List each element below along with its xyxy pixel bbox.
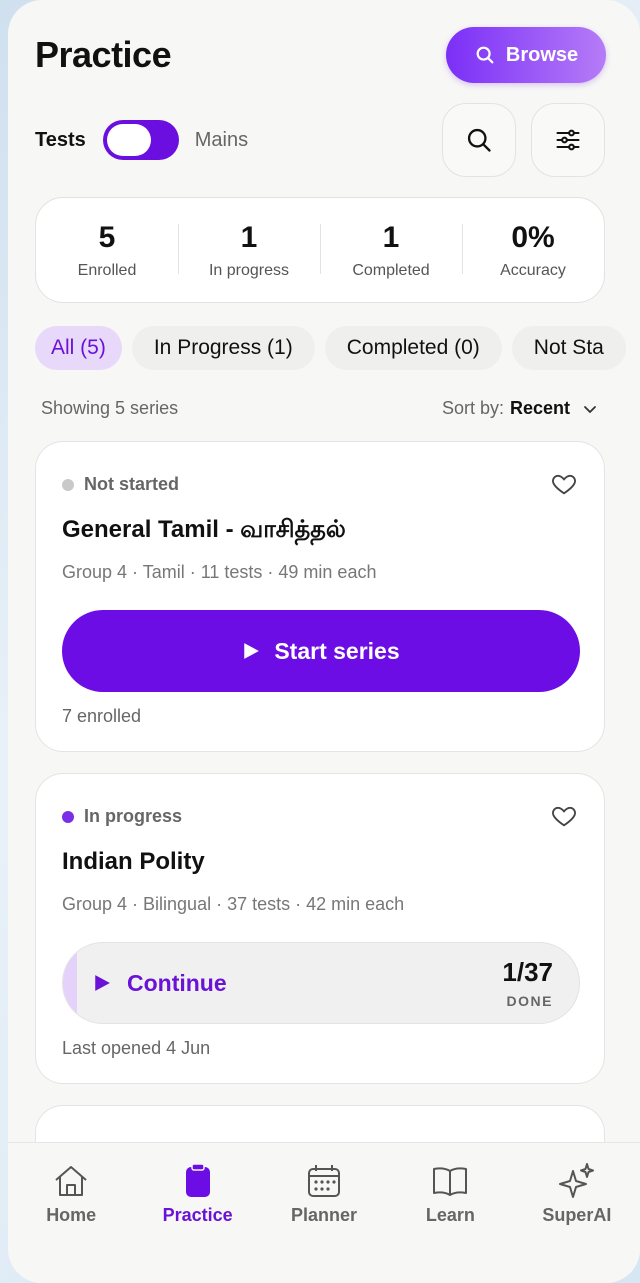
sliders-icon xyxy=(556,129,580,151)
mode-mains-label[interactable]: Mains xyxy=(195,129,248,152)
filter-settings-button[interactable] xyxy=(531,103,605,177)
filter-chip-not-started[interactable]: Not Sta xyxy=(511,326,626,370)
nav-label: Home xyxy=(46,1205,97,1225)
bottom-navigation: Home Practice Planner Learn SuperAI xyxy=(8,1142,640,1283)
card-footer: Last opened 4 Jun xyxy=(62,1038,211,1058)
card-title: Indian Polity xyxy=(62,848,205,875)
nav-learn[interactable]: Learn xyxy=(387,1161,513,1283)
stat-in-progress: 1 In progress xyxy=(178,220,320,280)
calendar-icon xyxy=(308,1165,341,1197)
stats-summary: 5 Enrolled 1 In progress 1 Completed 0% … xyxy=(35,197,605,303)
filter-chips: All (5) In Progress (1) Completed (0) No… xyxy=(35,326,626,370)
stat-label: In progress xyxy=(208,262,290,279)
nav-home[interactable]: Home xyxy=(8,1161,134,1283)
progress-fill xyxy=(63,943,77,1023)
nav-planner[interactable]: Planner xyxy=(261,1161,387,1283)
search-icon xyxy=(476,46,494,64)
card-meta: Group 4 · Bilingual · 37 tests · 42 min … xyxy=(62,894,405,914)
card-status: In progress xyxy=(62,806,182,827)
search-button[interactable] xyxy=(442,103,516,177)
continue-label: Continue xyxy=(127,969,227,996)
book-icon xyxy=(433,1167,468,1196)
nav-label: Practice xyxy=(162,1205,233,1225)
showing-count: Showing 5 series xyxy=(41,398,179,418)
card-status: Not started xyxy=(62,474,179,495)
page-title: Practice xyxy=(35,34,172,75)
stat-value: 0% xyxy=(511,221,555,254)
chevron-down-icon xyxy=(584,405,596,413)
nav-superai[interactable]: SuperAI xyxy=(514,1161,640,1283)
heart-icon[interactable] xyxy=(550,470,578,498)
stat-label: Completed xyxy=(352,262,430,279)
clipboard-icon xyxy=(185,1163,210,1197)
browse-label: Browse xyxy=(505,43,579,66)
nav-practice[interactable]: Practice xyxy=(134,1161,260,1283)
heart-icon[interactable] xyxy=(550,802,578,830)
stat-value: 5 xyxy=(98,221,116,254)
stat-value: 1 xyxy=(240,221,258,254)
card-title: General Tamil - வாசித்தல் xyxy=(62,516,346,543)
filter-chip-completed[interactable]: Completed (0) xyxy=(324,326,502,370)
mode-toggle[interactable] xyxy=(102,120,179,160)
app-screen: Practice Browse Tests Mains 5 Enrolled 1… xyxy=(8,0,640,1283)
start-series-button[interactable]: Start series xyxy=(62,610,580,692)
card-meta: Group 4 · Tamil · 11 tests · 49 min each xyxy=(62,562,377,582)
status-dot xyxy=(62,810,74,823)
status-dot xyxy=(62,478,74,491)
mode-tests-label[interactable]: Tests xyxy=(35,129,86,152)
sort-dropdown[interactable]: Sort by: Recent xyxy=(442,398,598,419)
progress-count: 1/37 xyxy=(502,957,553,987)
card-footer: 7 enrolled xyxy=(62,706,142,726)
start-series-label: Start series xyxy=(274,637,400,664)
continue-button[interactable]: Continue 1/37 DONE xyxy=(62,942,580,1024)
stat-accuracy: 0% Accuracy xyxy=(462,220,604,280)
continue-label-group: Continue xyxy=(93,943,227,1023)
play-icon xyxy=(244,643,260,659)
nav-label: SuperAI xyxy=(542,1205,612,1225)
status-label: Not started xyxy=(84,474,180,494)
series-card[interactable]: In progress Indian Polity Group 4 · Bili… xyxy=(35,773,605,1084)
toggle-knob xyxy=(106,124,151,156)
nav-label: Planner xyxy=(291,1205,358,1225)
home-icon xyxy=(55,1166,87,1196)
search-icon xyxy=(467,128,491,152)
stat-value: 1 xyxy=(382,221,400,254)
filter-chip-all[interactable]: All (5) xyxy=(35,326,122,370)
status-label: In progress xyxy=(84,806,183,826)
stat-label: Enrolled xyxy=(77,262,137,279)
sort-value: Recent xyxy=(509,398,570,418)
nav-label: Learn xyxy=(425,1205,475,1225)
stat-label: Accuracy xyxy=(500,262,566,279)
sort-prefix: Sort by: xyxy=(441,398,504,418)
stat-enrolled: 5 Enrolled xyxy=(36,220,178,280)
progress-caption: DONE xyxy=(506,993,553,1009)
play-icon xyxy=(95,975,110,991)
stat-completed: 1 Completed xyxy=(320,220,462,280)
filter-chip-in-progress[interactable]: In Progress (1) xyxy=(131,326,315,370)
browse-button[interactable]: Browse xyxy=(446,27,606,83)
sparkles-icon xyxy=(558,1163,594,1198)
series-card[interactable]: Not started General Tamil - வாசித்தல் Gr… xyxy=(35,441,605,752)
mode-switch: Tests Mains xyxy=(35,120,248,160)
